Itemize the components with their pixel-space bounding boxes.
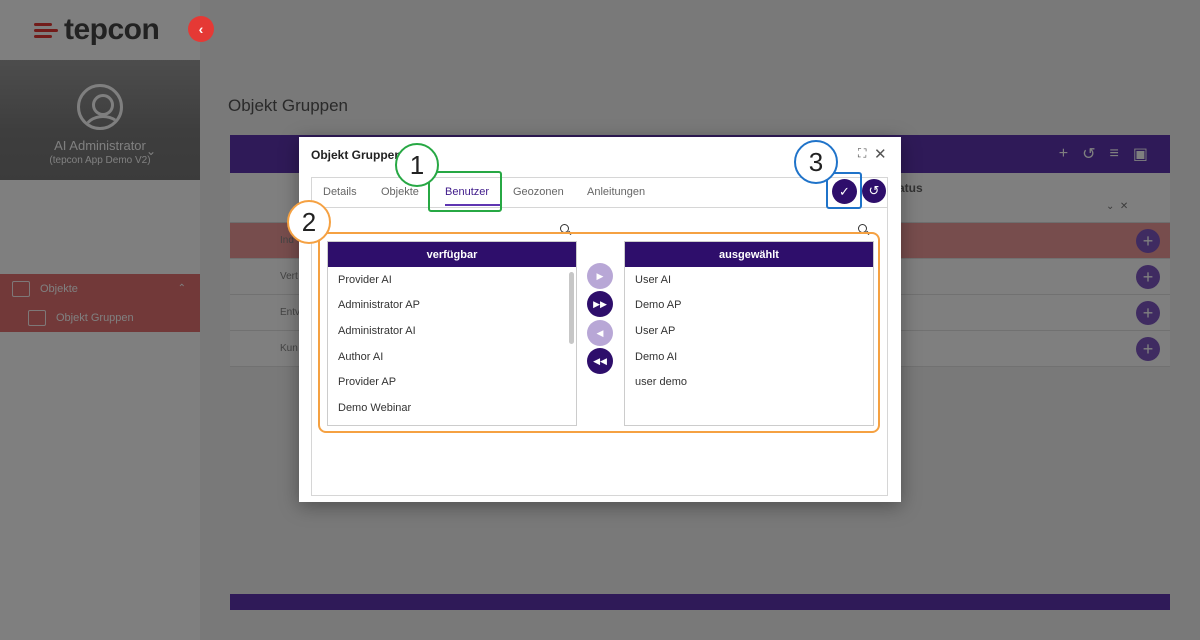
dialog-title: Objekt Gruppen: [311, 148, 402, 162]
callout-2: 2: [287, 200, 331, 244]
tab-objekte[interactable]: Objekte: [381, 186, 419, 198]
callout-1: 1: [395, 143, 439, 187]
expand-icon[interactable]: ⛶: [858, 146, 866, 161]
tab-geozonen[interactable]: Geozonen: [513, 186, 564, 198]
reset-button[interactable]: ↺: [862, 179, 886, 203]
sidebar-collapse-button[interactable]: ‹: [188, 16, 214, 42]
highlight-box-tab: [428, 171, 502, 212]
tab-anleitungen[interactable]: Anleitungen: [587, 186, 645, 198]
close-icon[interactable]: ✕: [874, 145, 887, 163]
highlight-box-lists: [318, 232, 880, 433]
tab-details[interactable]: Details: [323, 186, 357, 198]
dialog-tabs: Details Objekte Benutzer Geozonen Anleit…: [312, 178, 887, 208]
callout-3: 3: [794, 140, 838, 184]
